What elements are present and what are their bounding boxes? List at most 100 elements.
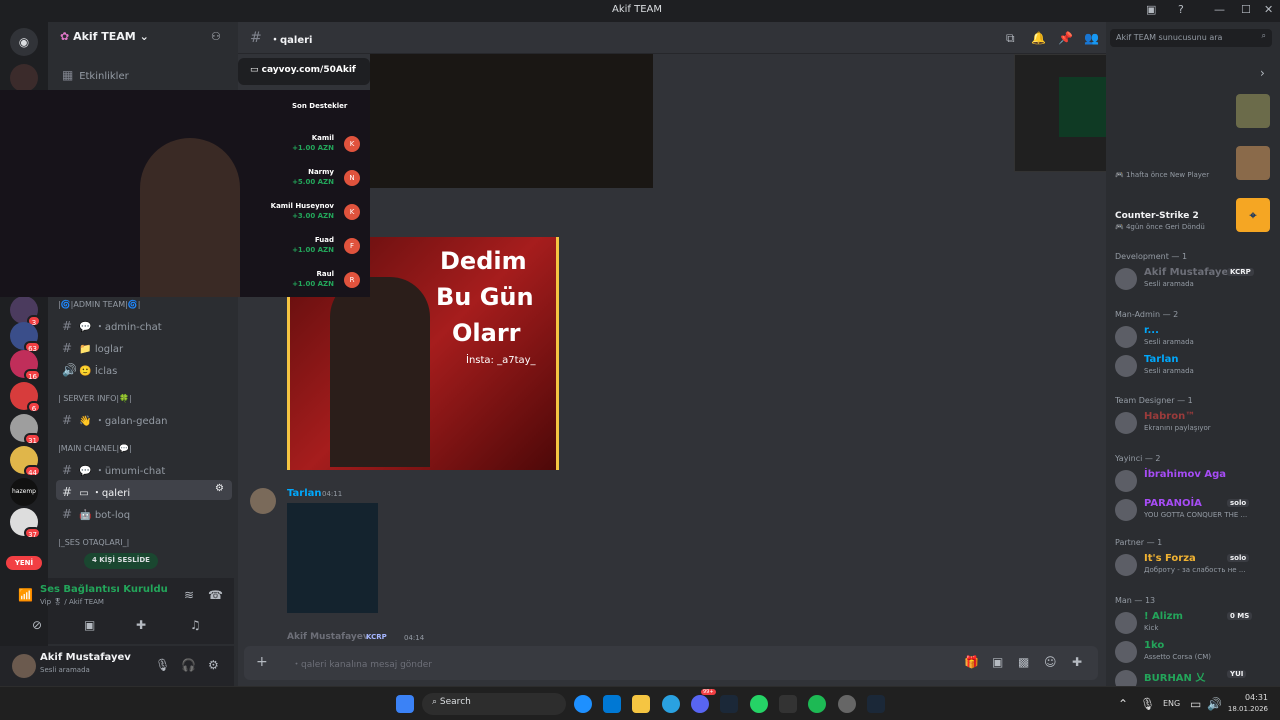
channel-iclas[interactable]: 🔊 🙂 İclas (56, 359, 232, 379)
search-input[interactable]: Akif TEAM sunucusunu ara ⌕ (1110, 29, 1272, 47)
network-icon[interactable]: ▭ (1190, 697, 1201, 711)
edge-icon[interactable] (574, 695, 592, 713)
server-icon[interactable]: 31 (10, 414, 41, 445)
steam-icon[interactable] (720, 695, 738, 713)
member-item[interactable]: BURHAN 乂 YUI (1115, 668, 1277, 686)
chevron-up-icon[interactable]: ⌃ (1118, 697, 1128, 711)
whatsapp-icon[interactable] (750, 695, 768, 713)
user-settings-icon[interactable]: ⚙ (208, 658, 219, 672)
screen-share-icon[interactable]: ▣ (84, 618, 95, 632)
telegram-icon[interactable] (662, 695, 680, 713)
activities-icon[interactable]: ✚ (136, 618, 146, 632)
member-item[interactable]: Habron™ Ekranını paylaşıyor (1115, 410, 1277, 436)
pin-icon[interactable]: 📌 (1058, 31, 1073, 45)
member-name: ! Alizm (1144, 611, 1183, 622)
category-ses[interactable]: |_SES OTAQLARI_| (58, 538, 129, 547)
bell-icon[interactable]: 🔔 (1031, 31, 1046, 45)
help-icon[interactable]: ? (1178, 3, 1184, 16)
invite-icon[interactable]: ⚇ (211, 30, 221, 43)
member-item[interactable]: Akif Mustafayev KCRP Sesli aramada (1115, 266, 1277, 292)
language-indicator[interactable]: ENG (1163, 699, 1180, 708)
message-author[interactable]: Tarlan (287, 488, 322, 499)
clock-date[interactable]: 18.01.2026 (1222, 705, 1268, 713)
headphones-icon[interactable]: 🎧 (181, 658, 196, 672)
message-composer[interactable]: + ・qaleri kanalına mesaj gönder 🎁 ▣ ▩ ☺ … (244, 646, 1098, 680)
chevron-right-icon[interactable]: › (1260, 66, 1265, 80)
steam-icon[interactable] (867, 695, 885, 713)
gift-icon[interactable]: 🎁 (964, 655, 979, 669)
close-icon[interactable]: ✕ (1264, 3, 1273, 16)
channel-galan-gedan[interactable]: # 👋 ・galan-gedan (56, 408, 232, 428)
new-badge: YENİ (6, 556, 42, 570)
microphone-icon[interactable]: 🎙 (1140, 697, 1155, 711)
avatar (1115, 499, 1137, 521)
voice-count-pill[interactable]: 4 KİŞİ SESLİDE (84, 553, 158, 569)
settings-icon[interactable]: ⚙ (215, 483, 224, 494)
avatar (1115, 641, 1137, 663)
events-item[interactable]: ▦ Etkinlikler (56, 64, 232, 84)
message-author[interactable]: Akif Mustafayev (287, 632, 369, 642)
noise-suppression-icon[interactable]: ≋ (184, 588, 194, 602)
clock-time[interactable]: 04:31 (1230, 693, 1268, 702)
voice-status[interactable]: Ses Bağlantısı Kuruldu (40, 584, 168, 595)
server-icon[interactable]: 37 (10, 508, 41, 539)
member-item[interactable]: PARANOİA solo YOU GOTTA CONQUER THE ... (1115, 497, 1277, 523)
spotify-icon[interactable] (808, 695, 826, 713)
maximize-icon[interactable]: ☐ (1241, 3, 1251, 16)
sticker-icon[interactable]: ▩ (1018, 655, 1029, 669)
channel-bot-loq[interactable]: # 🤖 bot-loq (56, 503, 232, 523)
server-icon[interactable]: 44 (10, 446, 41, 477)
microphone-icon[interactable]: 🎙 (155, 658, 170, 672)
category-admin[interactable]: |🌀|ADMIN TEAM|🌀| (58, 300, 140, 309)
minimize-icon[interactable]: — (1214, 3, 1225, 16)
discord-home-icon[interactable]: ◉ (10, 28, 38, 56)
inbox-icon[interactable]: ▣ (1146, 3, 1156, 16)
start-icon[interactable] (396, 695, 414, 713)
obs-icon[interactable] (838, 695, 856, 713)
channel-umumi-chat[interactable]: # 💬 ・ümumi-chat (56, 458, 232, 478)
gif-icon[interactable]: ▣ (992, 655, 1003, 669)
add-attachment-icon[interactable]: + (256, 654, 268, 670)
epic-games-icon[interactable] (779, 695, 797, 713)
members-icon[interactable]: 👥 (1084, 31, 1099, 45)
store-icon[interactable] (603, 695, 621, 713)
soundboard-icon[interactable]: ♫ (190, 618, 201, 632)
stream-overlay[interactable]: Son Destekler Kamil +1.00 AZN K Narmy +5.00 … (0, 90, 370, 297)
disconnect-icon[interactable]: ☎ (208, 588, 223, 602)
camera-off-icon[interactable]: ⊘ (32, 618, 42, 632)
emoji-icon[interactable]: ☺ (1044, 655, 1057, 669)
image-attachment[interactable] (287, 503, 378, 613)
server-icon-hazemp[interactable]: hazemp (10, 478, 38, 506)
category-main[interactable]: |MAIN CHANEL|💬| (58, 444, 132, 453)
donation-name: Kamil Huseynov (270, 202, 334, 210)
file-explorer-icon[interactable] (632, 695, 650, 713)
apps-icon[interactable]: ✚ (1072, 655, 1082, 669)
member-item[interactable]: It's Forza solo Доброту - за слабость не .… (1115, 552, 1277, 578)
member-name: BURHAN 乂 (1144, 673, 1206, 684)
username[interactable]: Akif Mustafayev (40, 652, 131, 663)
member-item[interactable]: ! Alizm 0 MS Kick (1115, 610, 1277, 636)
channel-loglar[interactable]: # 📁 loglar (56, 337, 232, 357)
server-icon[interactable]: 3 (10, 296, 41, 327)
image-attachment[interactable] (370, 54, 653, 188)
avatar[interactable] (12, 654, 36, 678)
channel-admin-chat[interactable]: # 💬 ・admin-chat (56, 314, 232, 334)
member-item[interactable]: Tarlan Sesli aramada (1115, 353, 1277, 379)
member-item[interactable]: 1ko Assetto Corsa (CM) (1115, 639, 1277, 665)
member-item[interactable]: r... Sesli aramada (1115, 324, 1277, 350)
server-icon[interactable]: 16 (10, 350, 41, 381)
server-icon[interactable]: 6 (10, 382, 41, 413)
stream-link-chip[interactable]: ▭ cayvoy.com/50Akif (238, 58, 370, 85)
threads-icon[interactable]: ⧉ (1006, 31, 1015, 46)
activity-meta: 🎮 1hafta önce New Player (1115, 171, 1210, 179)
avatar[interactable] (250, 488, 276, 514)
discord-icon[interactable]: 99+ (691, 689, 716, 713)
server-icon[interactable]: 63 (10, 322, 41, 353)
server-header[interactable]: ✿ Akif TEAM ⌄ ⚇ (48, 22, 238, 54)
member-item[interactable]: İbrahimov Aga (1115, 468, 1277, 494)
server-icon-akif-team[interactable] (10, 64, 38, 92)
taskbar-search[interactable]: ⌕ Search (422, 693, 566, 715)
channel-qaleri[interactable]: # ▭ ・qaleri ⚙ (56, 480, 232, 500)
volume-icon[interactable]: 🔊 (1207, 697, 1222, 711)
category-serverinfo[interactable]: | SERVER INFO|🍀| (58, 394, 132, 403)
